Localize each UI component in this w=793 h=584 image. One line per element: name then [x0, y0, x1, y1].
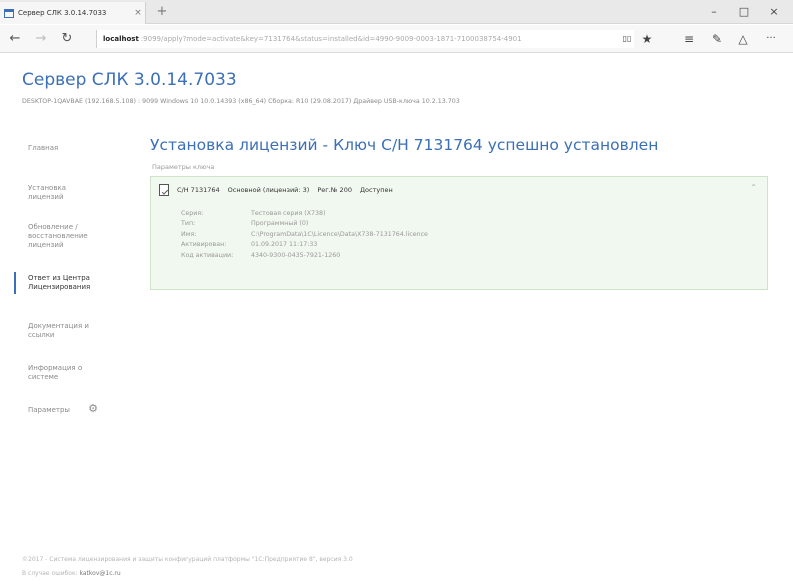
browser-tab[interactable]: Сервер СЛК 3.0.14.7033 × — [0, 2, 146, 24]
property-value: C:\ProgramData\1C\Licence\Data\X738-7131… — [251, 230, 428, 238]
sidebar-item-label: ссылки — [28, 331, 55, 339]
footer-contact: В случае ошибок: katkov@1c.ru — [22, 570, 121, 577]
server-info: DESKTOP-1QAVBAE (192.168.5.108) : 9099 W… — [22, 98, 460, 105]
page-icon — [4, 8, 14, 18]
sidebar-item-label: лицензий — [28, 193, 64, 201]
property-row: Тип: Программный (0) — [181, 219, 428, 230]
property-value: 4340-9300-0435-7921-1260 — [251, 251, 341, 259]
chevron-up-icon[interactable]: ⌃ — [750, 183, 757, 192]
key-type: Основной (лицензий: 3) — [227, 186, 310, 194]
new-tab-button[interactable]: + — [152, 3, 172, 21]
key-panel: С/Н 7131764 Основной (лицензий: 3) Рег.№… — [150, 176, 768, 290]
sidebar-item-label: лицензий — [28, 241, 64, 249]
tab-title: Сервер СЛК 3.0.14.7033 — [18, 9, 107, 17]
sidebar-item-license-center-response[interactable]: Ответ из Центра Лицензирования — [14, 272, 90, 294]
hub-icon[interactable]: ≡ — [680, 30, 698, 48]
key-properties: Серия: Тестовая серия (X738) Тип: Програ… — [181, 208, 428, 261]
reading-view-icon[interactable]: ▯▯ — [618, 30, 636, 48]
close-window-button[interactable]: × — [763, 4, 785, 20]
sidebar-item-label: Документация и — [28, 322, 89, 330]
sidebar-item-settings[interactable]: Параметры ⚙ — [14, 402, 99, 415]
property-label: Серия: — [181, 209, 204, 217]
web-notes-icon[interactable]: ✎ — [708, 30, 726, 48]
maximize-button[interactable]: □ — [733, 4, 755, 20]
key-serial: С/Н 7131764 — [177, 186, 220, 194]
sidebar-item-system-info[interactable]: Информация о системе — [14, 364, 82, 382]
sidebar-item-label: Ответ из Центра — [28, 274, 90, 282]
gear-icon: ⚙ — [88, 402, 99, 415]
sidebar-item-label: Главная — [28, 144, 59, 152]
property-value: Программный (0) — [251, 220, 309, 228]
back-button[interactable]: ← — [6, 30, 24, 48]
property-label: Код активации: — [181, 251, 234, 259]
more-icon[interactable]: ··· — [762, 30, 780, 48]
favorite-star-icon[interactable]: ★ — [638, 30, 656, 48]
share-icon[interactable]: △ — [734, 30, 752, 48]
property-row: Активирован: 01.09.2017 11:17:33 — [181, 240, 428, 251]
sidebar-item-home[interactable]: Главная — [14, 144, 58, 153]
server-title: Сервер СЛК 3.0.14.7033 — [22, 70, 237, 90]
key-reg-number: Рег.№ 200 — [317, 186, 352, 194]
footer-copyright: ©2017 - Система лицензирования и защиты … — [22, 556, 353, 563]
refresh-button[interactable]: ↻ — [58, 30, 76, 48]
sidebar-item-label: Установка — [28, 184, 66, 192]
key-status: Доступен — [359, 186, 393, 194]
page-title: Установка лицензий - Ключ С/Н 7131764 ус… — [150, 136, 659, 154]
property-label: Активирован: — [181, 241, 227, 249]
address-bar[interactable]: localhost :9099/apply?mode=activate&key=… — [96, 30, 634, 48]
browser-toolbar: ← → ↻ localhost :9099/apply?mode=activat… — [0, 25, 793, 53]
sidebar-item-label: Обновление / — [28, 223, 78, 231]
footer-contact-label: В случае ошибок: — [22, 570, 80, 577]
browser-titlebar: Сервер СЛК 3.0.14.7033 × + – □ × — [0, 0, 793, 24]
sidebar-item-label: восстановление — [28, 232, 88, 240]
sidebar-item-label: Информация о — [28, 364, 83, 372]
section-label: Параметры ключа — [152, 163, 215, 171]
sidebar-item-docs-links[interactable]: Документация и ссылки — [14, 322, 89, 340]
key-document-icon — [159, 184, 169, 196]
address-host: localhost — [103, 35, 139, 43]
property-row: Серия: Тестовая серия (X738) — [181, 208, 428, 219]
sidebar-item-label: Параметры — [28, 406, 70, 414]
sidebar-item-update-licenses[interactable]: Обновление / восстановление лицензий — [14, 223, 88, 250]
sidebar-item-label: Лицензирования — [28, 283, 91, 291]
forward-button[interactable]: → — [32, 30, 50, 48]
property-row: Имя: C:\ProgramData\1C\Licence\Data\X738… — [181, 229, 428, 240]
key-panel-header[interactable]: С/Н 7131764 Основной (лицензий: 3) Рег.№… — [159, 184, 401, 196]
close-tab-icon[interactable]: × — [131, 8, 145, 18]
property-value: Тестовая серия (X738) — [251, 209, 326, 217]
property-label: Имя: — [181, 230, 197, 238]
property-value: 01.09.2017 11:17:33 — [251, 241, 318, 249]
support-email-link[interactable]: katkov@1c.ru — [80, 570, 121, 577]
property-row: Код активации: 4340-9300-0435-7921-1260 — [181, 250, 428, 261]
sidebar-item-install-licenses[interactable]: Установка лицензий — [14, 184, 66, 202]
property-label: Тип: — [181, 220, 196, 228]
sidebar-item-label: системе — [28, 373, 59, 381]
minimize-button[interactable]: – — [703, 4, 725, 20]
address-path: :9099/apply?mode=activate&key=7131764&st… — [140, 35, 522, 43]
